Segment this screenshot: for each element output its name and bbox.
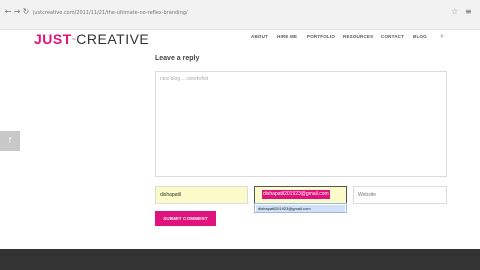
address-bar[interactable]: justcreative.com/2011/11/21/the-ultimate…	[33, 8, 441, 18]
nav-blog[interactable]: BLOG	[413, 33, 427, 41]
autofill-suggestion[interactable]: dishapatil201923@gmail.com	[256, 205, 345, 212]
nav-contact[interactable]: CONTACT	[381, 33, 404, 41]
site-logo[interactable]: JUST™CREATIVE	[34, 31, 149, 48]
website-field[interactable]	[353, 186, 447, 204]
email-field-selected-text[interactable]: dishapatil201923@gmail.com	[262, 190, 330, 199]
logo-creative: CREATIVE	[76, 31, 150, 47]
star-icon[interactable]: ☆	[451, 7, 458, 17]
reply-title: Leave a reply	[155, 55, 200, 62]
reload-icon[interactable]: ↻	[21, 7, 31, 17]
search-icon[interactable]: ⌕	[440, 32, 444, 41]
facebook-icon[interactable]: f	[0, 131, 20, 151]
name-field[interactable]	[155, 186, 248, 204]
nav-hire-me[interactable]: HIRE ME	[277, 33, 297, 41]
autofill-dropdown: dishapatil201923@gmail.com	[254, 203, 347, 213]
submit-comment-button[interactable]: SUBMIT COMMENT	[155, 211, 216, 226]
site-footer	[0, 249, 480, 270]
comment-textarea[interactable]: nice blog.....swwtwfwt	[155, 71, 447, 177]
nav-resources[interactable]: RESOURCES	[343, 33, 373, 41]
nav-portfolio[interactable]: PORTFOLIO	[307, 33, 335, 41]
nav-about[interactable]: ABOUT	[251, 33, 268, 41]
logo-just: JUST	[34, 31, 72, 47]
menu-icon[interactable]: ≡	[465, 7, 472, 17]
